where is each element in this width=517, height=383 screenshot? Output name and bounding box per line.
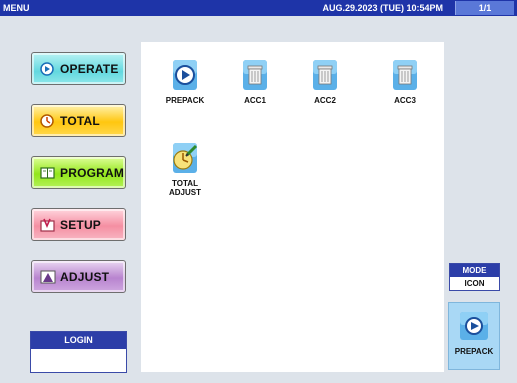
page-indicator[interactable]: 1/1	[455, 1, 514, 15]
setup-button[interactable]: SETUP	[31, 208, 126, 241]
prepack-shortcut-label: PREPACK	[454, 347, 494, 356]
book-icon	[40, 166, 56, 180]
datetime-display: AUG.29.2023 (TUE) 10:54PM	[322, 3, 443, 13]
prepack-icon	[169, 58, 201, 92]
acc2-label: ACC2	[314, 96, 336, 105]
mode-box[interactable]: MODE ICON	[449, 263, 500, 291]
program-button[interactable]: PROGRAM	[31, 156, 126, 189]
trash-icon	[239, 58, 271, 92]
adjust-button[interactable]: ADJUST	[31, 260, 126, 293]
total-adjust-item[interactable]: TOTAL ADJUST	[155, 141, 215, 197]
screen-title: MENU	[3, 3, 30, 13]
total-button[interactable]: TOTAL	[31, 104, 126, 137]
top-bar: MENU AUG.29.2023 (TUE) 10:54PM 1/1	[0, 0, 517, 16]
wrench-icon	[40, 218, 56, 232]
prepack-item[interactable]: PREPACK	[155, 58, 215, 105]
login-box[interactable]: LOGIN	[30, 331, 127, 373]
mode-value: ICON	[464, 279, 485, 288]
setup-label: SETUP	[60, 217, 102, 232]
prepack-shortcut-button[interactable]: PREPACK	[448, 302, 500, 370]
acc1-item[interactable]: ACC1	[225, 58, 285, 105]
mode-title: MODE	[450, 264, 499, 277]
prepack-icon	[459, 311, 489, 341]
total-adjust-label-line2: ADJUST	[168, 188, 201, 197]
clock-icon	[40, 113, 56, 128]
operate-label: OPERATE	[60, 61, 119, 76]
acc3-item[interactable]: ACC3	[375, 58, 435, 105]
prepack-label: PREPACK	[165, 96, 205, 105]
menu-screen: MENU AUG.29.2023 (TUE) 10:54PM 1/1 OPERA…	[0, 0, 517, 383]
acc2-item[interactable]: ACC2	[295, 58, 355, 105]
program-label: PROGRAM	[60, 165, 125, 180]
login-title: LOGIN	[31, 332, 126, 349]
acc3-label: ACC3	[394, 96, 416, 105]
adjust-label: ADJUST	[60, 269, 110, 284]
total-adjust-icon	[169, 141, 201, 175]
total-label: TOTAL	[60, 113, 100, 128]
acc1-label: ACC1	[244, 96, 266, 105]
icon-panel: PREPACK ACC1 ACC2 ACC3 TOTAL ADJUST	[141, 42, 444, 372]
operate-button[interactable]: OPERATE	[31, 52, 126, 85]
trash-icon	[389, 58, 421, 92]
trash-icon	[309, 58, 341, 92]
triangle-icon	[40, 270, 56, 284]
play-circle-icon	[40, 61, 56, 76]
total-adjust-label-line1: TOTAL	[172, 179, 198, 188]
